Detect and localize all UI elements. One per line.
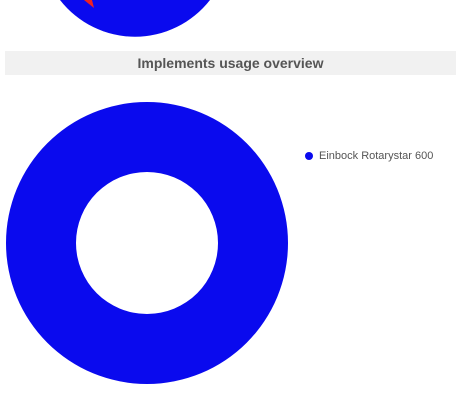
implements-usage-donut-chart	[6, 102, 288, 384]
panel-title: Implements usage overview	[5, 51, 456, 75]
panel-title-text: Implements usage overview	[137, 55, 324, 71]
chart-legend: Einbock Rotarystar 600	[305, 150, 433, 162]
legend-marker	[305, 152, 313, 160]
legend-label[interactable]: Einbock Rotarystar 600	[319, 150, 433, 162]
donut-slice[interactable]	[6, 102, 288, 384]
previous-donut-segment-blue	[60, 0, 210, 37]
previous-donut-chart	[60, 0, 210, 37]
